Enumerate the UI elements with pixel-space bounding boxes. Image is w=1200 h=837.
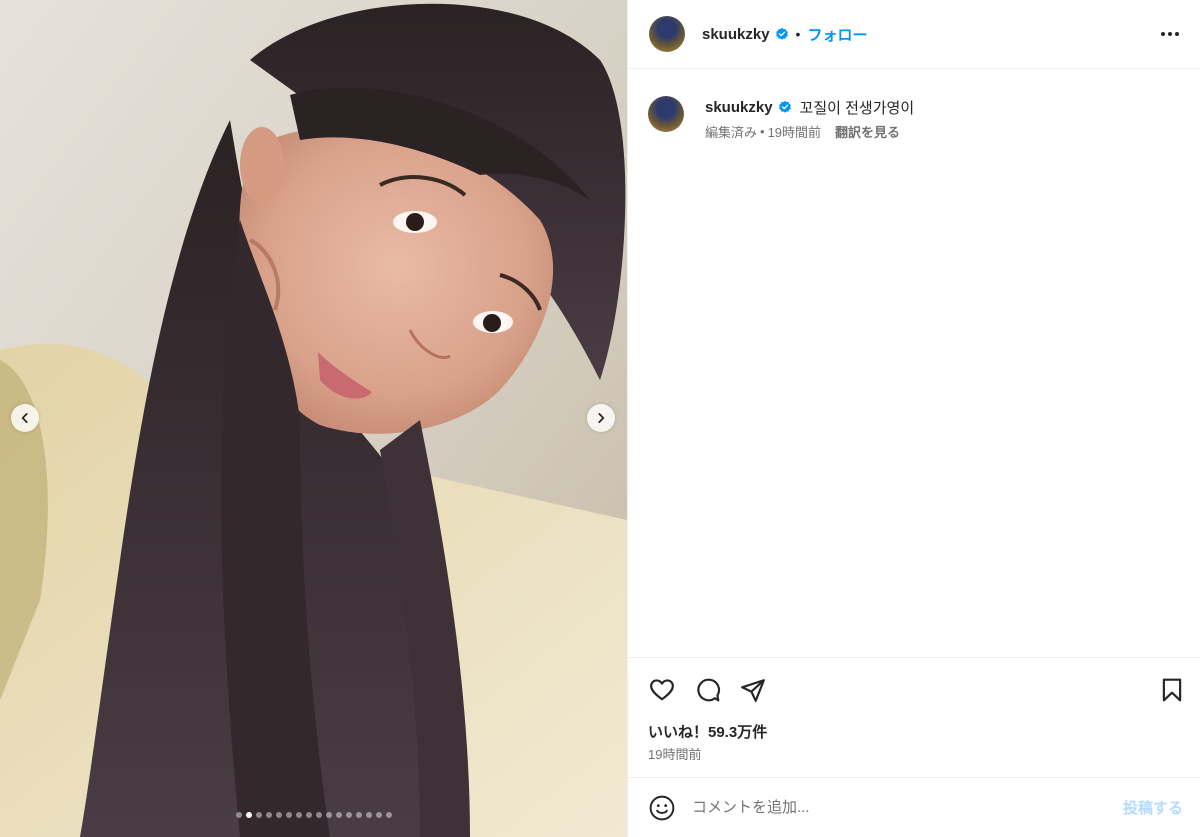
comment-input[interactable] [692, 799, 1092, 816]
carousel-dot [315, 812, 322, 818]
carousel-dot [255, 812, 262, 818]
send-icon [741, 679, 765, 702]
caption-text: 꼬질이 전생가영이 [799, 99, 915, 117]
carousel-dot [285, 812, 292, 818]
more-options-button[interactable] [1158, 24, 1182, 44]
post-caption: skuukzky 꼬질이 전생가영이 編集済み • 19時間前 翻訳を見る [648, 96, 1181, 141]
meta-separator: • [760, 124, 765, 139]
verified-badge-icon [775, 27, 789, 41]
carousel-dot [375, 812, 382, 818]
carousel-dot [385, 812, 392, 818]
chevron-right-icon [598, 413, 605, 423]
share-button[interactable] [739, 676, 767, 704]
caption-meta: 編集済み • 19時間前 翻訳を見る [705, 122, 914, 141]
emoji-button[interactable] [648, 794, 676, 822]
header-separator: • [795, 26, 801, 42]
carousel-dot [305, 812, 312, 818]
carousel-dot [245, 812, 252, 818]
chevron-left-icon [21, 413, 28, 423]
post-side-panel: skuukzky • フォロー skuukzky 꼬질이 전생가영이 編集済み … [627, 0, 1200, 837]
bookmark-icon [1162, 678, 1182, 702]
post-actions: いいね！59.3万件 19時間前 [628, 657, 1200, 777]
heart-icon [650, 679, 674, 701]
comment-icon [697, 678, 721, 702]
caption-username[interactable]: skuukzky [705, 99, 773, 116]
avatar[interactable] [649, 16, 685, 52]
like-button[interactable] [648, 676, 676, 704]
carousel-dot [265, 812, 272, 818]
post-header: skuukzky • フォロー [628, 0, 1200, 69]
caption-avatar[interactable] [648, 96, 684, 132]
edited-label: 編集済み [705, 125, 758, 140]
save-button[interactable] [1158, 676, 1186, 704]
carousel-next-button[interactable] [587, 404, 615, 432]
comment-button[interactable] [694, 676, 722, 704]
see-translation-button[interactable]: 翻訳を見る [835, 122, 900, 141]
carousel-dot [275, 812, 282, 818]
emoji-icon [649, 795, 675, 820]
more-horizontal-icon [1161, 32, 1165, 36]
carousel-indicator [0, 812, 627, 820]
post-comment-button[interactable]: 投稿する [1123, 797, 1183, 818]
carousel-prev-button[interactable] [11, 404, 39, 432]
caption-time[interactable]: 19時間前 [768, 122, 821, 141]
post-media[interactable] [0, 0, 627, 837]
post-photo [0, 0, 627, 837]
follow-button[interactable]: フォロー [807, 24, 867, 45]
carousel-dot [365, 812, 372, 818]
verified-badge-icon [778, 100, 792, 114]
header-username[interactable]: skuukzky [702, 26, 770, 43]
carousel-dot [295, 812, 302, 818]
carousel-dot [355, 812, 362, 818]
likes-count[interactable]: いいね！59.3万件 [648, 721, 767, 742]
carousel-dot [345, 812, 352, 818]
caption-line: skuukzky 꼬질이 전생가영이 [705, 96, 914, 118]
carousel-dot [235, 812, 242, 818]
caption-body: skuukzky 꼬질이 전생가영이 編集済み • 19時間前 翻訳を見る [705, 96, 914, 141]
carousel-dot [325, 812, 332, 818]
carousel-dot [335, 812, 342, 818]
comment-bar: 投稿する [628, 777, 1200, 837]
post-timestamp[interactable]: 19時間前 [648, 744, 701, 763]
